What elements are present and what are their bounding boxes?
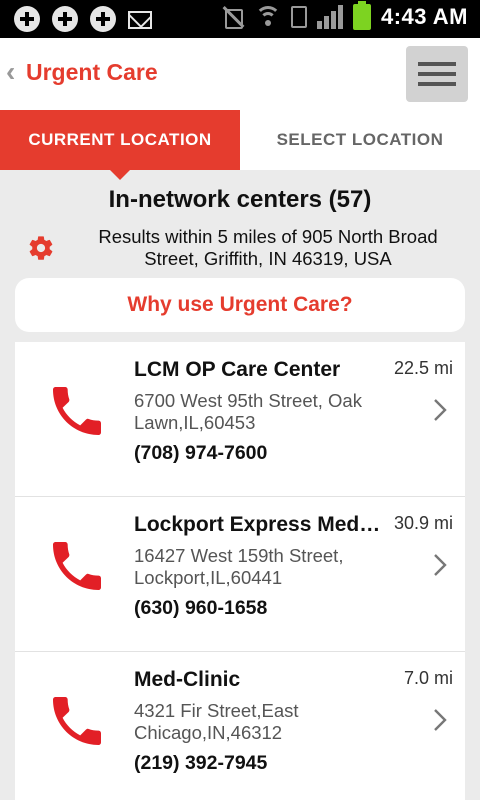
plus-icon: [52, 6, 78, 32]
center-phone[interactable]: (708) 974-7600: [134, 442, 267, 465]
center-name: Lockport Express Med…: [134, 513, 381, 536]
wifi-icon: [254, 6, 281, 28]
signal-icon: [316, 5, 343, 29]
chevron-right-icon[interactable]: [433, 553, 447, 577]
clock: 4:43 AM: [380, 4, 468, 29]
sim-icon: [290, 6, 307, 28]
mute-icon: [221, 5, 245, 29]
center-address: 16427 West 159th Street, Lockport,IL,604…: [134, 545, 344, 588]
centers-list: LCM OP Care Center 22.5 mi 6700 West 95t…: [15, 342, 465, 800]
center-distance: 7.0 mi: [403, 668, 453, 688]
center-name: LCM OP Care Center: [134, 358, 341, 381]
phone-icon[interactable]: [45, 376, 109, 446]
page-title[interactable]: Urgent Care: [26, 59, 158, 86]
tab-select-location[interactable]: SELECT LOCATION: [240, 110, 480, 170]
center-address: 6700 West 95th Street, Oak Lawn,IL,60453: [134, 390, 362, 433]
center-phone[interactable]: (630) 960-1658: [134, 597, 267, 620]
center-address: 4321 Fir Street,East Chicago,IN,46312: [134, 700, 299, 743]
system-icons: 4:43 AM: [221, 1, 468, 30]
center-phone[interactable]: (219) 392-7945: [134, 752, 267, 775]
center-name: Med-Clinic: [134, 668, 241, 691]
battery-icon: [352, 1, 371, 30]
tab-current-location[interactable]: CURRENT LOCATION: [0, 110, 240, 180]
results-heading: In-network centers (57): [108, 186, 372, 213]
chevron-right-icon[interactable]: [433, 398, 447, 422]
center-card[interactable]: Med-Clinic 7.0 mi 4321 Fir Street,East C…: [15, 652, 465, 800]
gear-icon[interactable]: [27, 234, 55, 262]
center-card[interactable]: LCM OP Care Center 22.5 mi 6700 West 95t…: [15, 342, 465, 497]
hamburger-menu-icon: [418, 62, 456, 66]
chevron-right-icon[interactable]: [433, 708, 447, 732]
results-description: Results within 5 miles of 905 North Broa…: [98, 226, 438, 269]
center-distance: 22.5 mi: [393, 358, 453, 378]
why-urgent-care-button[interactable]: Why use Urgent Care?: [15, 278, 465, 332]
location-tabs: CURRENT LOCATION SELECT LOCATION: [0, 110, 480, 180]
chevron-left-icon[interactable]: ‹: [6, 58, 15, 86]
plus-icon: [90, 6, 116, 32]
phone-icon[interactable]: [45, 686, 109, 756]
plus-icon: [14, 6, 40, 32]
center-distance: 30.9 mi: [393, 513, 453, 533]
app-header: ‹ Urgent Care: [0, 38, 480, 110]
status-bar: 4:43 AM: [0, 0, 480, 38]
phone-icon[interactable]: [45, 531, 109, 601]
mail-icon: [128, 10, 152, 29]
center-card[interactable]: Lockport Express Med… 30.9 mi 16427 West…: [15, 497, 465, 652]
notification-icons: [14, 6, 152, 32]
menu-button[interactable]: [406, 46, 468, 102]
